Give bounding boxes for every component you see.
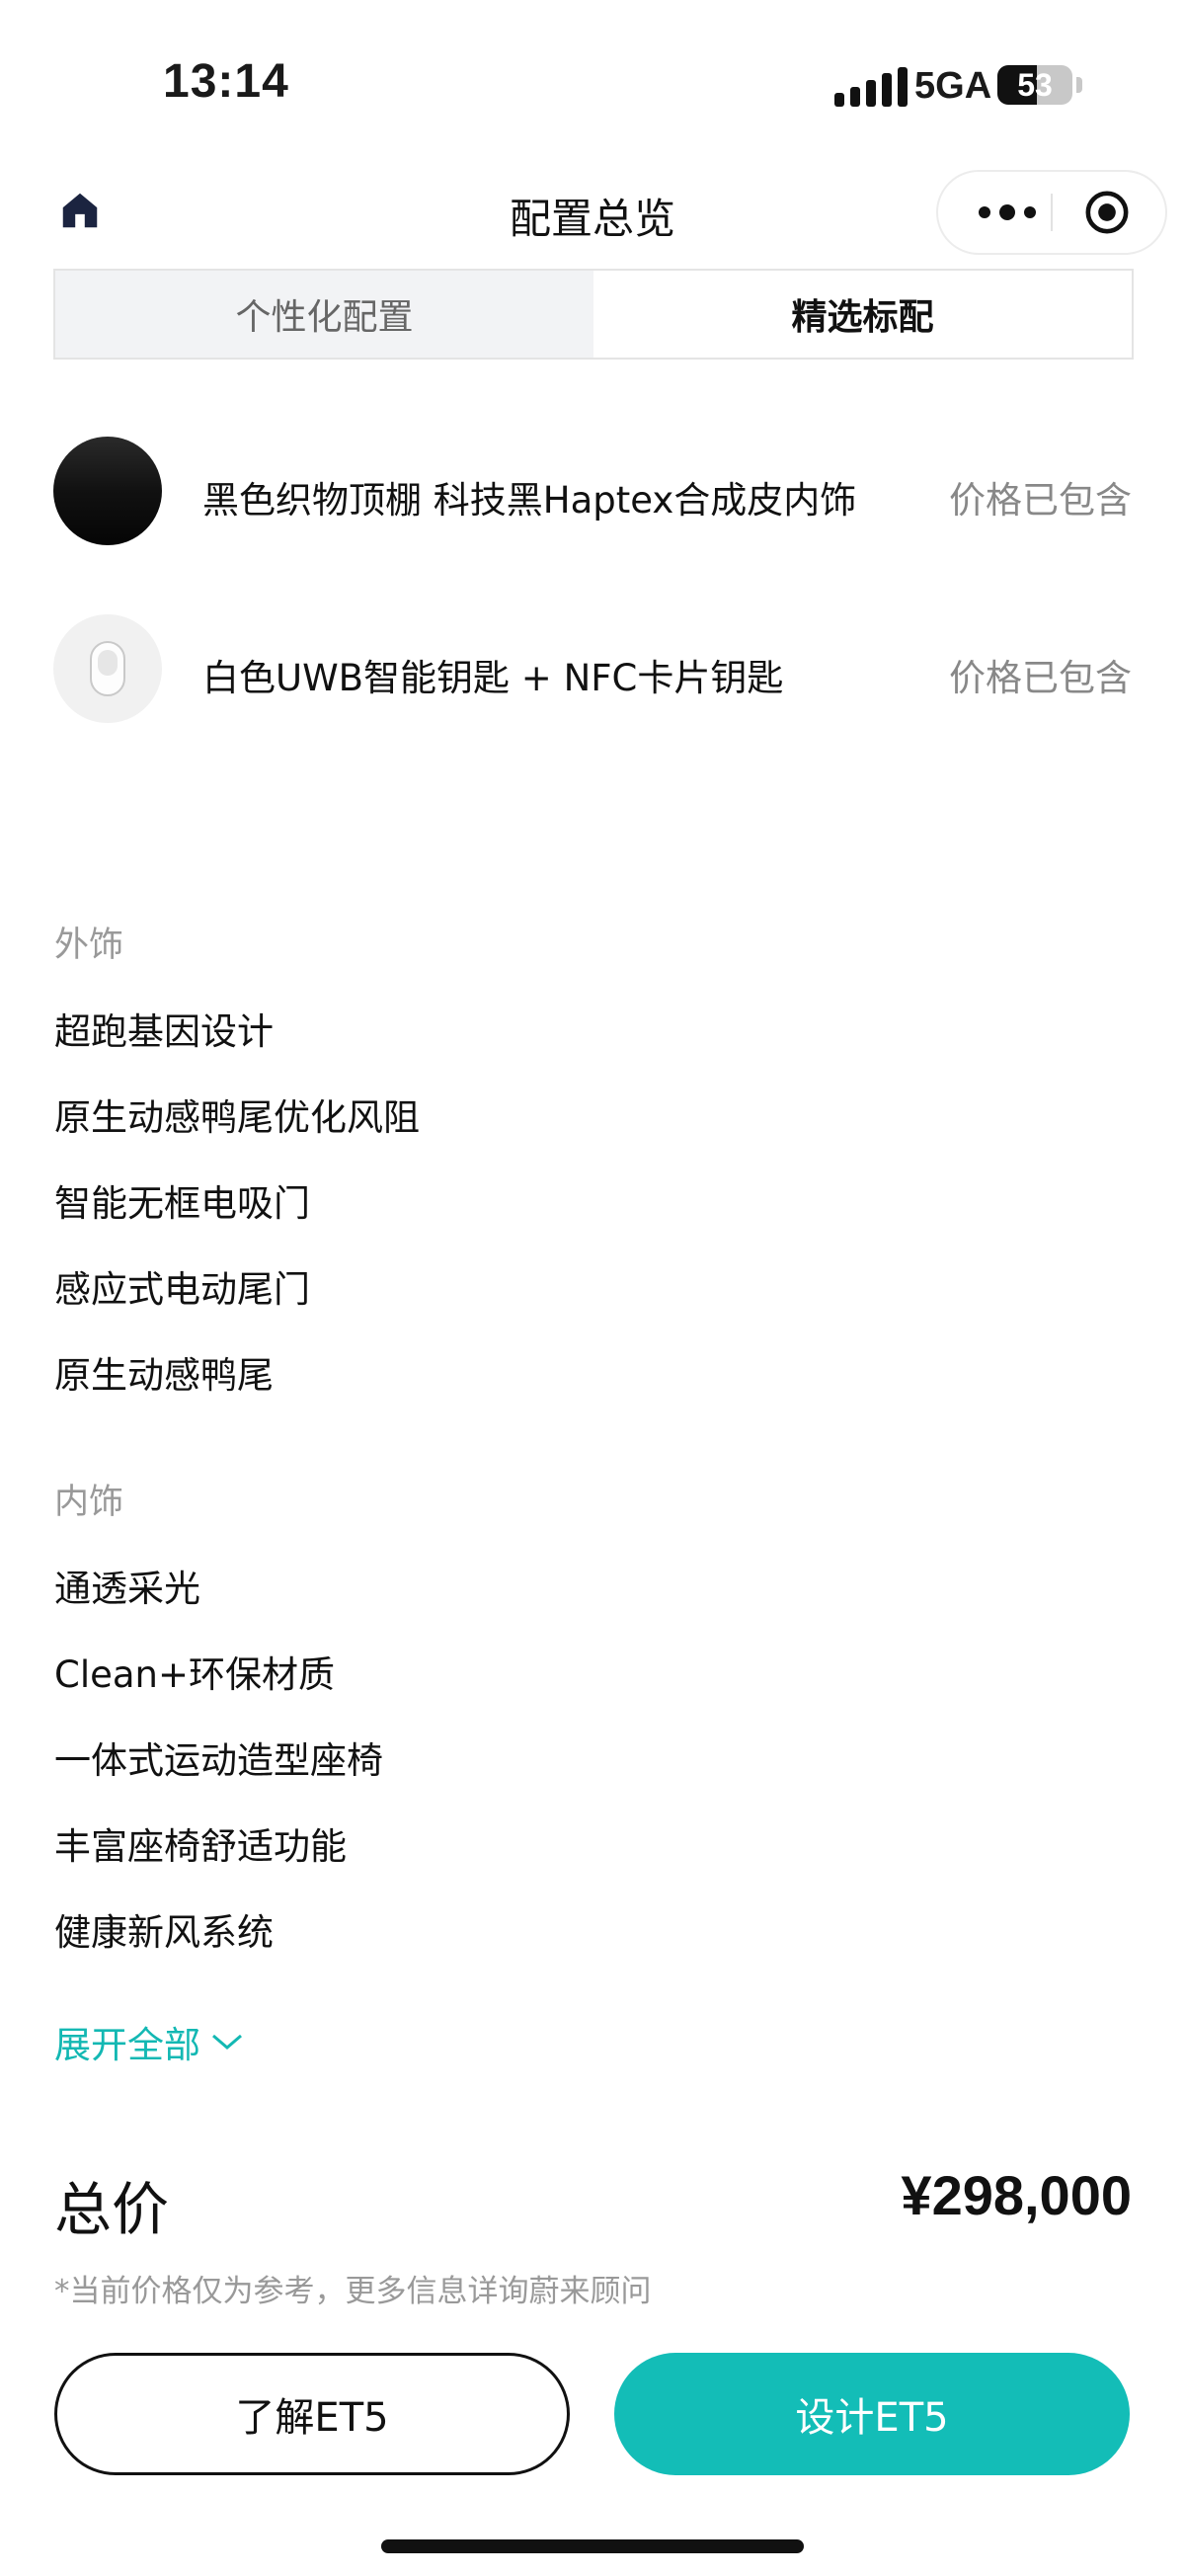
close-target-icon[interactable] [1084, 190, 1130, 235]
key-image [53, 614, 162, 723]
battery-tip [1076, 77, 1082, 93]
total-price: ¥298,000 [901, 2164, 1132, 2226]
tab-standard[interactable]: 精选标配 [593, 271, 1132, 358]
expand-all-link[interactable]: 展开全部 [54, 2015, 244, 2068]
battery-level: 53 [1017, 67, 1053, 103]
spec-item: Clean+环保材质 [54, 1653, 336, 1696]
config-tabs: 个性化配置 精选标配 [53, 269, 1134, 360]
spec-item: 健康新风系统 [54, 1911, 274, 1954]
more-icon[interactable] [968, 172, 1047, 253]
spec-item: 通透采光 [54, 1568, 200, 1610]
price-disclaimer: *当前价格仅为参考，更多信息详询蔚来顾问 [54, 2274, 652, 2309]
spec-item: 原生动感鸭尾优化风阻 [54, 1096, 420, 1139]
network-label: 5GA [914, 65, 992, 107]
expand-all-label: 展开全部 [54, 2024, 200, 2066]
total-label: 总价 [54, 2176, 170, 2243]
interior-section-title: 内饰 [54, 1483, 124, 1522]
config-item-price-note: 价格已包含 [949, 479, 1132, 522]
config-item-name: 白色UWB智能钥匙 + NFC卡片钥匙 [202, 657, 784, 699]
tab-personalized[interactable]: 个性化配置 [55, 271, 593, 358]
interior-swatch-image [53, 437, 162, 545]
spec-item: 智能无框电吸门 [54, 1182, 310, 1225]
spec-item: 感应式电动尾门 [54, 1268, 310, 1311]
config-item-price-note: 价格已包含 [949, 657, 1132, 699]
signal-icon [834, 67, 908, 107]
battery-icon: 53 [997, 65, 1072, 105]
spec-item: 一体式运动造型座椅 [54, 1739, 383, 1782]
miniapp-capsule [936, 170, 1167, 255]
key-icon [90, 641, 125, 696]
design-et5-button[interactable]: 设计ET5 [614, 2353, 1130, 2475]
status-time: 13:14 [163, 55, 289, 108]
capsule-divider [1051, 194, 1053, 231]
config-item-name: 黑色织物顶棚 科技黑Haptex合成皮内饰 [202, 479, 857, 522]
home-indicator [381, 2539, 804, 2553]
spec-item: 超跑基因设计 [54, 1010, 274, 1053]
spec-item: 丰富座椅舒适功能 [54, 1825, 347, 1868]
exterior-section-title: 外饰 [54, 926, 124, 965]
chevron-down-icon [212, 2034, 242, 2050]
spec-item: 原生动感鸭尾 [54, 1354, 274, 1397]
learn-et5-button[interactable]: 了解ET5 [54, 2353, 570, 2475]
